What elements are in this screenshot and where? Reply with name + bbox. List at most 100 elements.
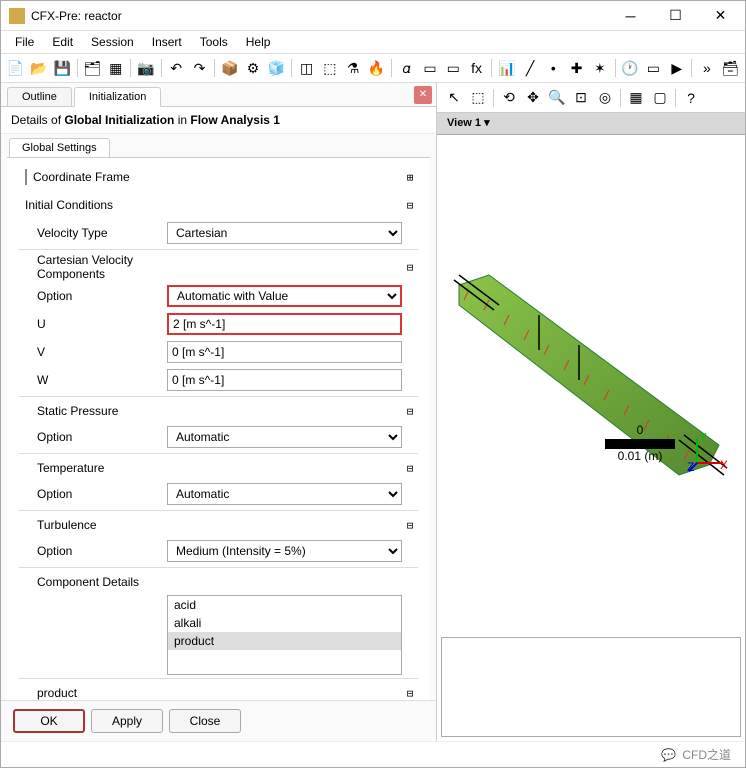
tab-initialization[interactable]: Initialization — [74, 87, 161, 107]
redo-icon[interactable]: ↷ — [189, 57, 210, 79]
menu-edit[interactable]: Edit — [44, 33, 81, 51]
menu-bar: File Edit Session Insert Tools Help — [1, 31, 745, 53]
close-button[interactable]: Close — [169, 709, 241, 733]
sp-option-label: Option — [19, 430, 167, 444]
secondary-viewport[interactable] — [441, 637, 741, 737]
expression-icon[interactable]: 𝛼 — [396, 57, 417, 79]
menu-insert[interactable]: Insert — [144, 33, 190, 51]
product-title: product — [19, 686, 167, 700]
zoom-box-icon[interactable]: ⊡ — [570, 87, 592, 109]
point-icon[interactable]: • — [543, 57, 564, 79]
list-item[interactable]: acid — [168, 596, 401, 614]
mesh-icon[interactable]: ▦ — [105, 57, 126, 79]
title-bar: CFX-Pre: reactor ─ ☐ ✕ — [1, 1, 745, 31]
monitor-icon[interactable]: 📊 — [496, 57, 517, 79]
u-input[interactable] — [167, 313, 402, 335]
gear-icon[interactable]: ⚙ — [242, 57, 263, 79]
view-toolbar: ↖ ⬚ ⟲ ✥ 🔍 ⊡ ◎ ▦ ▢ ? — [437, 83, 745, 113]
minimize-button[interactable]: ─ — [608, 2, 653, 30]
wireframe-icon[interactable]: ▢ — [649, 87, 671, 109]
menu-help[interactable]: Help — [238, 33, 279, 51]
w-input[interactable] — [167, 369, 402, 391]
save-icon[interactable]: 💾 — [52, 57, 73, 79]
viewport[interactable]: 0 0.01 (m) Y X Z — [437, 135, 745, 633]
collapse-icon[interactable]: ⊟ — [402, 199, 418, 212]
footer: 💬 CFD之道 — [1, 741, 745, 767]
sp-option-select[interactable]: Automatic — [167, 426, 402, 448]
cube-icon[interactable]: 🧊 — [266, 57, 287, 79]
velocity-type-select[interactable]: Cartesian — [167, 222, 402, 244]
layers-icon[interactable]: 🗃 — [720, 57, 741, 79]
axis-triad: Y X Z — [687, 433, 727, 473]
ccl-icon[interactable]: ▭ — [419, 57, 440, 79]
w-label: W — [19, 373, 167, 387]
temp-option-label: Option — [19, 487, 167, 501]
new-icon[interactable]: 📄 — [5, 57, 26, 79]
tab-outline[interactable]: Outline — [7, 87, 72, 106]
collapse-icon[interactable]: ⊟ — [402, 687, 418, 700]
component-listbox[interactable]: acid alkali product — [167, 595, 402, 675]
fit-icon[interactable]: ◎ — [594, 87, 616, 109]
velocity-type-label: Velocity Type — [19, 226, 167, 240]
rotate-icon[interactable]: ⟲ — [498, 87, 520, 109]
expand-icon[interactable]: ⊞ — [402, 171, 418, 184]
apply-button[interactable]: Apply — [91, 709, 163, 733]
pick-icon[interactable]: ⬚ — [467, 87, 489, 109]
more-icon[interactable]: » — [696, 57, 717, 79]
component-details-title: Component Details — [19, 575, 167, 589]
view-tab[interactable]: View 1 ▾ — [437, 113, 745, 135]
close-window-button[interactable]: ✕ — [698, 2, 743, 30]
run-icon[interactable]: ▶ — [666, 57, 687, 79]
cvc-option-label: Option — [19, 289, 167, 303]
flame-icon[interactable]: 🔥 — [366, 57, 387, 79]
app-icon — [9, 8, 25, 24]
subtab-global-settings[interactable]: Global Settings — [9, 138, 110, 157]
solver-icon[interactable]: ▭ — [643, 57, 664, 79]
plus-icon[interactable]: ✚ — [566, 57, 587, 79]
undo-icon[interactable]: ↶ — [166, 57, 187, 79]
details-header: Details of Global Initialization in Flow… — [1, 107, 436, 134]
line-icon[interactable]: ╱ — [519, 57, 540, 79]
cvc-title: Cartesian Velocity Components — [19, 253, 167, 281]
open-icon[interactable]: 📂 — [28, 57, 49, 79]
collapse-icon[interactable]: ⊟ — [402, 462, 418, 475]
camera-icon[interactable]: 📷 — [135, 57, 156, 79]
pan-icon[interactable]: ✥ — [522, 87, 544, 109]
collapse-icon[interactable]: ⊟ — [402, 261, 418, 274]
v-input[interactable] — [167, 341, 402, 363]
static-pressure-title: Static Pressure — [19, 404, 167, 418]
star-icon[interactable]: ✶ — [589, 57, 610, 79]
cvc-option-select[interactable]: Automatic with Value — [167, 285, 402, 307]
zoom-in-icon[interactable]: 🔍 — [546, 87, 568, 109]
fx-icon[interactable]: fx — [466, 57, 487, 79]
sub-icon[interactable]: ▭ — [443, 57, 464, 79]
tab-close-icon[interactable]: ✕ — [414, 86, 432, 104]
flask-icon[interactable]: ⚗ — [343, 57, 364, 79]
clock-icon[interactable]: 🕐 — [620, 57, 641, 79]
initial-conditions-label: Initial Conditions — [19, 198, 167, 212]
temp-option-select[interactable]: Automatic — [167, 483, 402, 505]
box-icon[interactable]: 📦 — [219, 57, 240, 79]
tree-icon[interactable]: 🗂 — [82, 57, 103, 79]
highlight-icon[interactable]: ▦ — [625, 87, 647, 109]
ok-button[interactable]: OK — [13, 709, 85, 733]
collapse-icon[interactable]: ⊟ — [402, 519, 418, 532]
temperature-title: Temperature — [19, 461, 167, 475]
collapse-icon[interactable]: ⊟ — [402, 405, 418, 418]
turb-option-select[interactable]: Medium (Intensity = 5%) — [167, 540, 402, 562]
help-icon[interactable]: ? — [680, 87, 702, 109]
menu-file[interactable]: File — [7, 33, 42, 51]
brand-label: CFD之道 — [682, 746, 731, 763]
menu-session[interactable]: Session — [83, 33, 142, 51]
select-icon[interactable]: ↖ — [443, 87, 465, 109]
coordinate-frame-row[interactable]: Coordinate Frame — [19, 170, 167, 185]
list-item[interactable]: product — [168, 632, 401, 650]
domain-icon[interactable]: ⬚ — [319, 57, 340, 79]
list-item[interactable]: alkali — [168, 614, 401, 632]
main-toolbar: 📄 📂 💾 🗂 ▦ 📷 ↶ ↷ 📦 ⚙ 🧊 ◫ ⬚ ⚗ 🔥 𝛼 ▭ ▭ fx 📊… — [1, 53, 745, 83]
maximize-button[interactable]: ☐ — [653, 2, 698, 30]
coordinate-frame-checkbox[interactable] — [25, 169, 27, 185]
menu-tools[interactable]: Tools — [192, 33, 236, 51]
details-panel: Outline Initialization ✕ Details of Glob… — [1, 83, 437, 741]
boundary-icon[interactable]: ◫ — [296, 57, 317, 79]
